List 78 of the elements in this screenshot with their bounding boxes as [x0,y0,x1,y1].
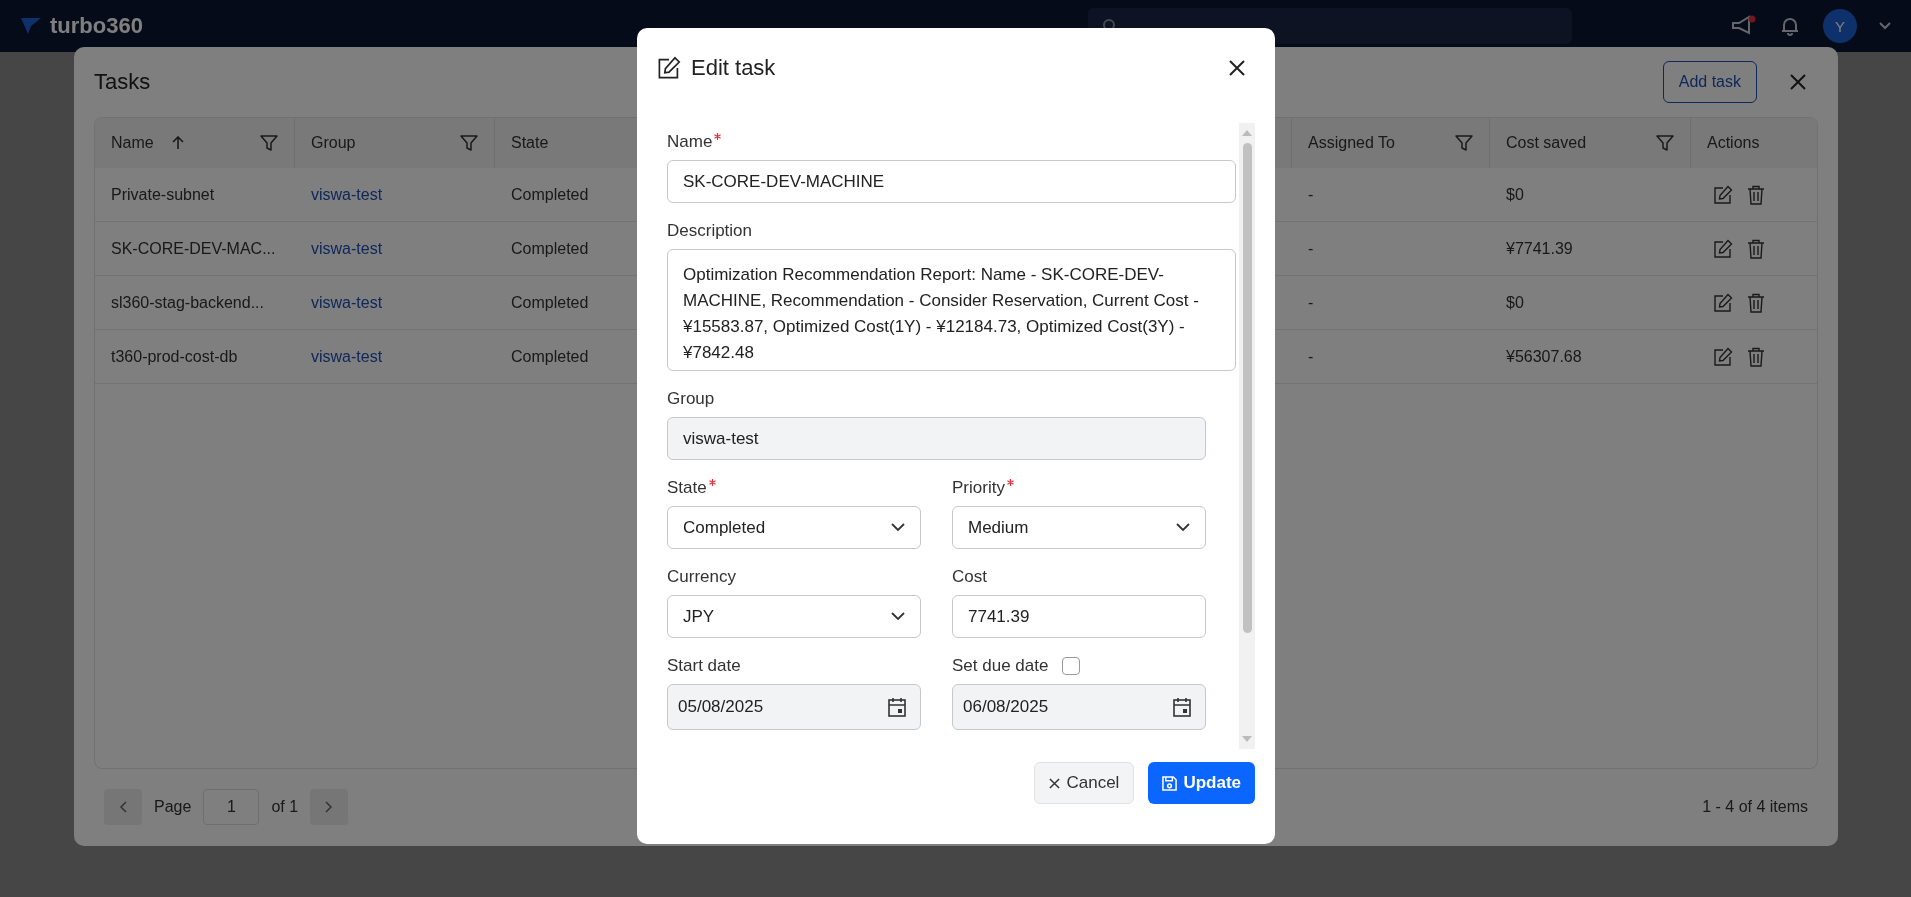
megaphone-icon[interactable] [1731,15,1757,37]
table-cell: sl360-stag-backend... [111,293,264,312]
column-header[interactable]: Group [295,118,495,168]
select-dropdown[interactable]: JPY [667,595,921,638]
group-link[interactable]: viswa-test [311,293,383,312]
trash-icon[interactable] [1747,346,1765,367]
bell-icon[interactable] [1779,15,1801,37]
cancel-button[interactable]: Cancel [1034,762,1135,804]
field-label: Set due date [952,656,1049,676]
text-input[interactable]: 7741.39 [952,595,1206,638]
table-cell: ¥7741.39 [1506,239,1573,258]
field-label: State [667,478,707,498]
table-cell: - [1308,347,1314,366]
chevron-down-icon[interactable] [1879,22,1891,30]
group-link[interactable]: viswa-test [311,239,383,258]
chevron-right-icon [325,801,334,813]
table-cell: Completed [511,293,589,312]
field-label: Priority [952,478,1005,498]
table-cell: - [1308,293,1314,312]
group-link[interactable]: viswa-test [311,185,383,204]
edit-icon[interactable] [1713,184,1733,205]
table-cell: $0 [1506,185,1524,204]
filter-icon[interactable] [460,134,478,152]
column-header[interactable]: Assigned To [1292,118,1490,168]
edit-icon[interactable] [1713,292,1733,313]
group-link[interactable]: viswa-test [311,347,383,366]
table-cell: ¥56307.68 [1506,347,1582,366]
chevron-down-icon [1176,523,1190,532]
field-label: Description [667,221,753,241]
close-icon[interactable] [1229,60,1245,76]
table-cell: - [1308,239,1314,258]
chevron-down-icon [891,612,905,621]
field-label: Cost [952,567,987,587]
table-cell: $0 [1506,293,1524,312]
select-dropdown[interactable]: Medium [952,506,1206,549]
table-cell: Completed [511,239,589,258]
sort-up-icon[interactable] [171,136,184,150]
select-dropdown[interactable]: Completed [667,506,921,549]
table-cell: Private-subnet [111,185,215,204]
date-input: 05/08/2025 [667,684,921,730]
trash-icon[interactable] [1747,184,1765,205]
trash-icon[interactable] [1747,238,1765,259]
table-cell: Completed [511,347,589,366]
column-header[interactable]: Name [95,118,295,168]
dialog-title: Tasks [94,69,151,95]
page-count: of 1 [271,798,299,816]
description-textarea[interactable]: Optimization Recommendation Report: Name - SK-CORE-DEV-MACHINE, Recommendation - Consider Reservation, Current Cost - ¥15583.87, Optimized Cost(1Y) - ¥12184.73, Optimized Cost(3Y) - ¥7842.48 [667,249,1236,371]
close-icon [1049,777,1061,789]
page-label: Page [154,798,192,816]
text-input[interactable]: SK-CORE-DEV-MACHINE [667,160,1236,203]
table-cell: SK-CORE-DEV-MAC... [111,239,276,258]
edit-icon[interactable] [1713,346,1733,367]
logo-icon [20,16,42,36]
edit-icon [657,56,681,80]
table-cell: Completed [511,185,589,204]
logo-text: turbo360 [50,13,143,39]
chevron-down-icon [891,523,905,532]
save-icon [1162,775,1178,791]
filter-icon[interactable] [1656,134,1674,152]
date-input: 06/08/2025 [952,684,1206,730]
table-cell: t360-prod-cost-db [111,347,238,366]
field-label: Currency [667,567,736,587]
column-header[interactable]: Cost saved [1490,118,1691,168]
field-label: Group [667,389,715,409]
trash-icon[interactable] [1747,292,1765,313]
filter-icon[interactable] [260,134,278,152]
chevron-left-icon [119,801,127,813]
field-label: Start date [667,656,741,676]
filter-icon[interactable] [1455,134,1473,152]
dialog-title: Edit task [691,55,776,81]
add-task-button[interactable]: Add task [1662,61,1757,103]
table-cell: - [1308,185,1314,204]
edit-icon[interactable] [1713,238,1733,259]
column-header[interactable]: Actions [1691,118,1817,168]
user-avatar[interactable]: Y [1823,9,1857,43]
items-summary: 1 - 4 of 4 items [1702,798,1808,816]
page-input[interactable]: 1 [203,789,260,825]
update-button[interactable]: Update [1148,762,1255,804]
